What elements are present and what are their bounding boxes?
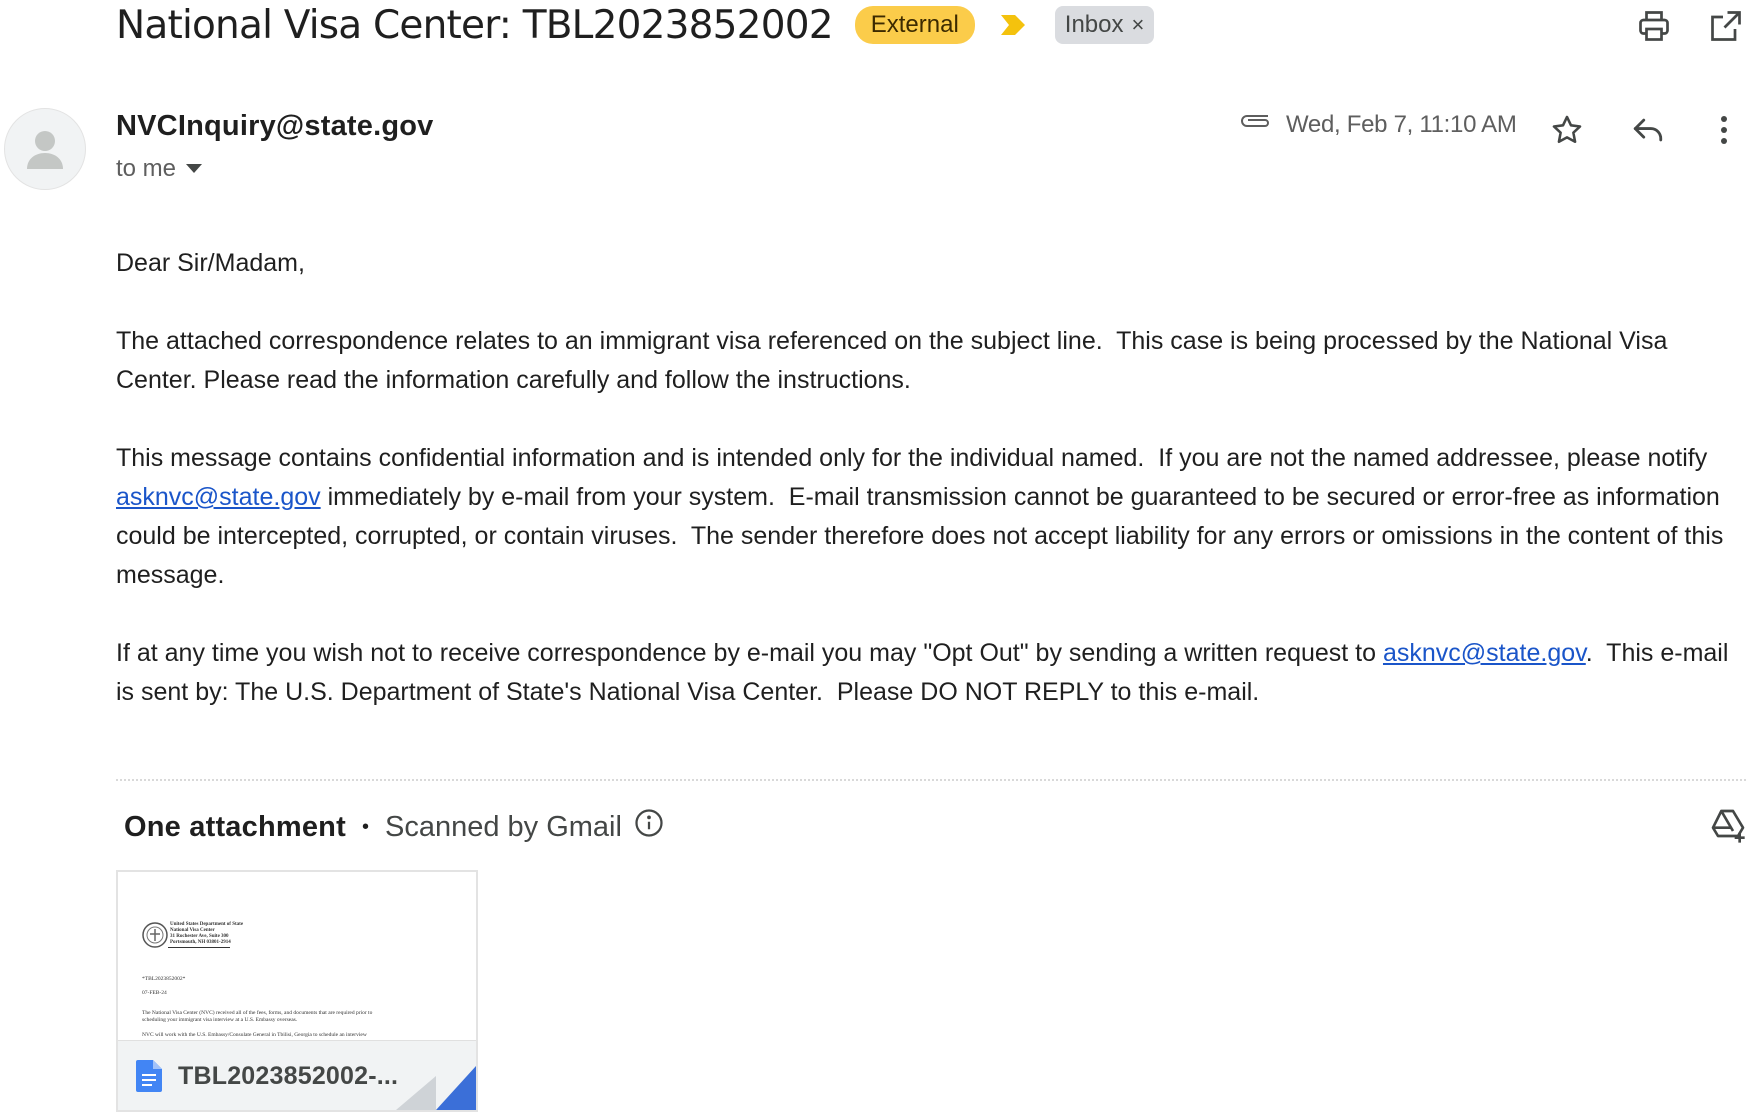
chevron-down-icon (186, 164, 203, 173)
label-inbox-text: Inbox (1064, 11, 1124, 38)
asknvc-email-link-2[interactable]: asknvc@state.gov (1383, 639, 1586, 667)
attachments-header: One attachment • Scanned by Gmail (124, 808, 664, 846)
recipient-summary: to me (116, 155, 177, 182)
info-icon[interactable] (634, 808, 664, 846)
asknvc-email-link[interactable]: asknvc@state.gov (116, 483, 321, 511)
attachments-divider (116, 779, 1746, 781)
person-icon (27, 131, 63, 169)
google-docs-icon (136, 1060, 162, 1092)
attachment-file-name: TBL2023852002-... (178, 1061, 399, 1090)
label-external[interactable]: External (854, 6, 975, 44)
greeting: Dear Sir/Madam, (116, 249, 305, 277)
star-icon[interactable] (1545, 108, 1589, 152)
subject-row: National Visa Center: TBL2023852002 Exte… (116, 0, 1155, 50)
attachment-preview[interactable]: United States Department of State Nation… (118, 872, 476, 1040)
more-vert-icon[interactable] (1702, 108, 1746, 152)
body-paragraph-1: The attached correspondence relates to a… (116, 327, 1675, 394)
sender-email[interactable]: NVCInquiry@state.gov (116, 110, 434, 143)
importance-marker-icon[interactable] (995, 11, 1029, 39)
email-subject: National Visa Center: TBL2023852002 (116, 2, 834, 48)
attachment-card[interactable]: United States Department of State Nation… (116, 870, 478, 1112)
body-paragraph-2: This message contains confidential infor… (116, 444, 1731, 589)
state-department-seal-icon (142, 922, 168, 948)
attachments-title: One attachment (124, 810, 346, 843)
email-body: Dear Sir/Madam, The attached corresponde… (116, 244, 1741, 751)
add-to-drive-icon[interactable] (1708, 806, 1746, 846)
attachment-icon (1238, 110, 1272, 139)
print-icon[interactable] (1634, 6, 1674, 46)
file-corner-fold (396, 1066, 476, 1110)
scanned-by-gmail: Scanned by Gmail (384, 810, 622, 843)
message-meta: Wed, Feb 7, 11:10 AM (1238, 110, 1517, 139)
message-date: Wed, Feb 7, 11:10 AM (1286, 110, 1517, 138)
open-in-new-window-icon[interactable] (1706, 6, 1746, 46)
remove-label-icon[interactable]: × (1132, 11, 1145, 39)
separator-dot: • (361, 815, 369, 838)
sender-avatar[interactable] (4, 108, 86, 190)
recipient-details-toggle[interactable]: to me (116, 155, 203, 183)
label-inbox[interactable]: Inbox × (1054, 6, 1155, 44)
reply-icon[interactable] (1626, 108, 1670, 152)
body-paragraph-3: If at any time you wish not to receive c… (116, 639, 1736, 706)
